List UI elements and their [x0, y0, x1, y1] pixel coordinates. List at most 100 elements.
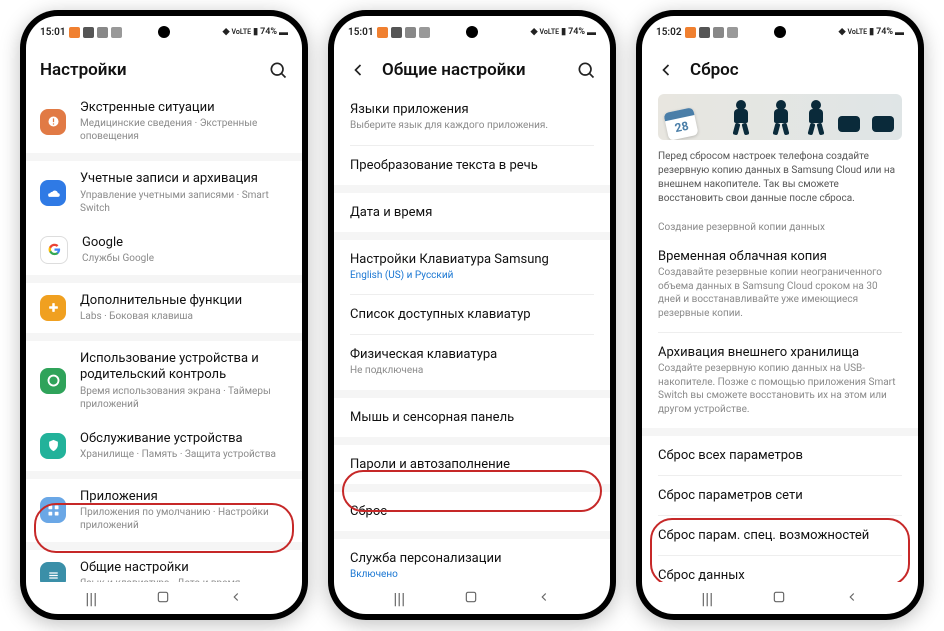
tray-icon — [111, 27, 122, 38]
item-title: Пароли и автозаполнение — [350, 457, 594, 472]
settings-item[interactable]: Учетные записи и архивация Управление уч… — [26, 161, 302, 224]
battery-pct: 74% — [876, 27, 893, 37]
item-subtitle: Медицинские сведения · Экстренные оповещ… — [80, 117, 288, 143]
header: Настройки — [26, 46, 302, 90]
nav-home[interactable] — [156, 589, 170, 608]
nav-recents[interactable]: ||| — [85, 589, 97, 608]
general-settings-list: Языки приложения Выберите язык для каждог… — [334, 90, 610, 582]
tray-icon — [391, 27, 402, 38]
tray-icon — [405, 27, 416, 38]
page-title: Общие настройки — [382, 60, 562, 80]
tray-icon — [97, 27, 108, 38]
tray-icon — [377, 27, 388, 38]
cloud-icon — [40, 180, 66, 206]
volte-icon: VoLTE — [540, 28, 560, 36]
item-title: Список доступных клавиатур — [350, 307, 594, 322]
reset-illustration: 28 — [658, 94, 902, 140]
status-time: 15:02 — [656, 27, 682, 38]
item-subtitle: Выберите язык для каждого приложения. — [350, 119, 594, 133]
settings-item[interactable]: Приложения Приложения по умолчанию · Нас… — [26, 479, 302, 542]
general-item[interactable]: Список доступных клавиатур — [334, 295, 610, 334]
search-icon[interactable] — [576, 60, 596, 80]
nav-bar: ||| — [642, 582, 918, 614]
settings-item[interactable]: Использование устройства и родительский … — [26, 341, 302, 421]
reset-item[interactable]: Сброс данныхСброс настроек телефона до з… — [642, 556, 918, 582]
phone-3: 15:02 ◆ VoLTE ▮ 74% ▬ Сброс 28 — [636, 10, 924, 620]
glasses-icon — [836, 112, 896, 134]
search-icon[interactable] — [268, 60, 288, 80]
settings-list: Экстренные ситуации Медицинские сведения… — [26, 90, 302, 582]
backup-item[interactable]: Временная облачная копия Создавайте резе… — [642, 237, 918, 332]
alert-icon — [40, 109, 66, 135]
settings-item[interactable]: Обслуживание устройства Хранилище · Памя… — [26, 421, 302, 471]
wifi-icon: ◆ — [223, 27, 230, 37]
phone-1: 15:01 ◆ VoLTE ▮ 74% ▬ Настройки Экстренн… — [20, 10, 308, 620]
item-title: Обслуживание устройства — [80, 431, 288, 447]
signal-icon: ▮ — [561, 27, 566, 37]
nav-home[interactable] — [772, 589, 786, 608]
header: Сброс — [642, 46, 918, 90]
page-title: Настройки — [40, 60, 254, 80]
item-subtitle: Язык и клавиатура · Дата и время — [80, 577, 288, 582]
battery-pct: 74% — [260, 27, 277, 37]
tray-icon — [685, 27, 696, 38]
reset-item[interactable]: Сброс параметров сети — [642, 476, 918, 515]
back-icon[interactable] — [348, 60, 368, 80]
tray-icon — [419, 27, 430, 38]
camera-hole — [466, 26, 478, 38]
reset-note: Перед сбросом настроек телефона создайте… — [642, 150, 918, 216]
general-item[interactable]: Языки приложения Выберите язык для каждог… — [334, 90, 610, 145]
item-title: Сброс парам. спец. возможностей — [658, 528, 902, 543]
item-title: Языки приложения — [350, 102, 594, 117]
tray-icon — [83, 27, 94, 38]
item-subtitle: Время использования экрана · Таймеры при… — [80, 385, 288, 411]
reset-item[interactable]: Сброс всех параметров — [642, 436, 918, 475]
back-icon[interactable] — [656, 60, 676, 80]
battery-icon: ▬ — [279, 27, 288, 38]
item-title: Преобразование текста в речь — [350, 158, 594, 173]
item-title: Сброс данных — [658, 568, 902, 582]
battery-icon: ▬ — [895, 27, 904, 38]
item-title: Сброс всех параметров — [658, 448, 902, 463]
general-item[interactable]: Физическая клавиатураНе подключена — [334, 335, 610, 390]
item-subtitle: Создавайте резервные копии неограниченно… — [658, 266, 902, 320]
general-item[interactable]: Настройки Клавиатура SamsungEnglish (US)… — [334, 240, 610, 295]
general-item[interactable]: Преобразование текста в речь — [334, 146, 610, 185]
nav-recents[interactable]: ||| — [701, 589, 713, 608]
item-title: Общие настройки — [80, 560, 288, 576]
item-subtitle: Управление учетными записями · Smart Swi… — [80, 189, 288, 215]
nav-recents[interactable]: ||| — [393, 589, 405, 608]
status-time: 15:01 — [40, 27, 66, 38]
page-title: Сброс — [690, 60, 904, 80]
general-item[interactable]: Дата и время — [334, 193, 610, 232]
general-item[interactable]: Служба персонализацииВключено — [334, 539, 610, 583]
settings-item[interactable]: Дополнительные функции Labs · Боковая кл… — [26, 283, 302, 333]
wellbeing-icon — [40, 368, 66, 394]
general-icon — [40, 562, 66, 582]
wifi-icon: ◆ — [839, 27, 846, 37]
general-item[interactable]: Пароли и автозаполнение — [334, 445, 610, 484]
item-title: Сброс параметров сети — [658, 488, 902, 503]
nav-back[interactable] — [845, 589, 859, 608]
item-title: Настройки Клавиатура Samsung — [350, 252, 594, 267]
reset-item[interactable]: Сброс парам. спец. возможностей — [642, 516, 918, 555]
general-item[interactable]: Мышь и сенсорная панель — [334, 398, 610, 437]
nav-back[interactable] — [537, 589, 551, 608]
nav-bar: ||| — [334, 582, 610, 614]
backup-item[interactable]: Архивация внешнего хранилища Создайте ре… — [642, 333, 918, 428]
settings-item[interactable]: Общие настройки Язык и клавиатура · Дата… — [26, 550, 302, 582]
nav-home[interactable] — [464, 589, 478, 608]
item-title: Учетные записи и архивация — [80, 171, 288, 187]
item-title: Использование устройства и родительский … — [80, 351, 288, 384]
item-title: Архивация внешнего хранилища — [658, 345, 902, 360]
item-title: Google — [82, 235, 288, 251]
settings-item[interactable]: Google Службы Google — [26, 225, 302, 275]
apps-icon — [40, 497, 66, 523]
volte-icon: VoLTE — [232, 28, 252, 36]
settings-item[interactable]: Экстренные ситуации Медицинские сведения… — [26, 90, 302, 153]
nav-back[interactable] — [229, 589, 243, 608]
item-title: Временная облачная копия — [658, 249, 902, 264]
item-subtitle: Службы Google — [82, 252, 288, 265]
general-item[interactable]: Сброс — [334, 492, 610, 531]
calendar-icon: 28 — [663, 107, 698, 140]
